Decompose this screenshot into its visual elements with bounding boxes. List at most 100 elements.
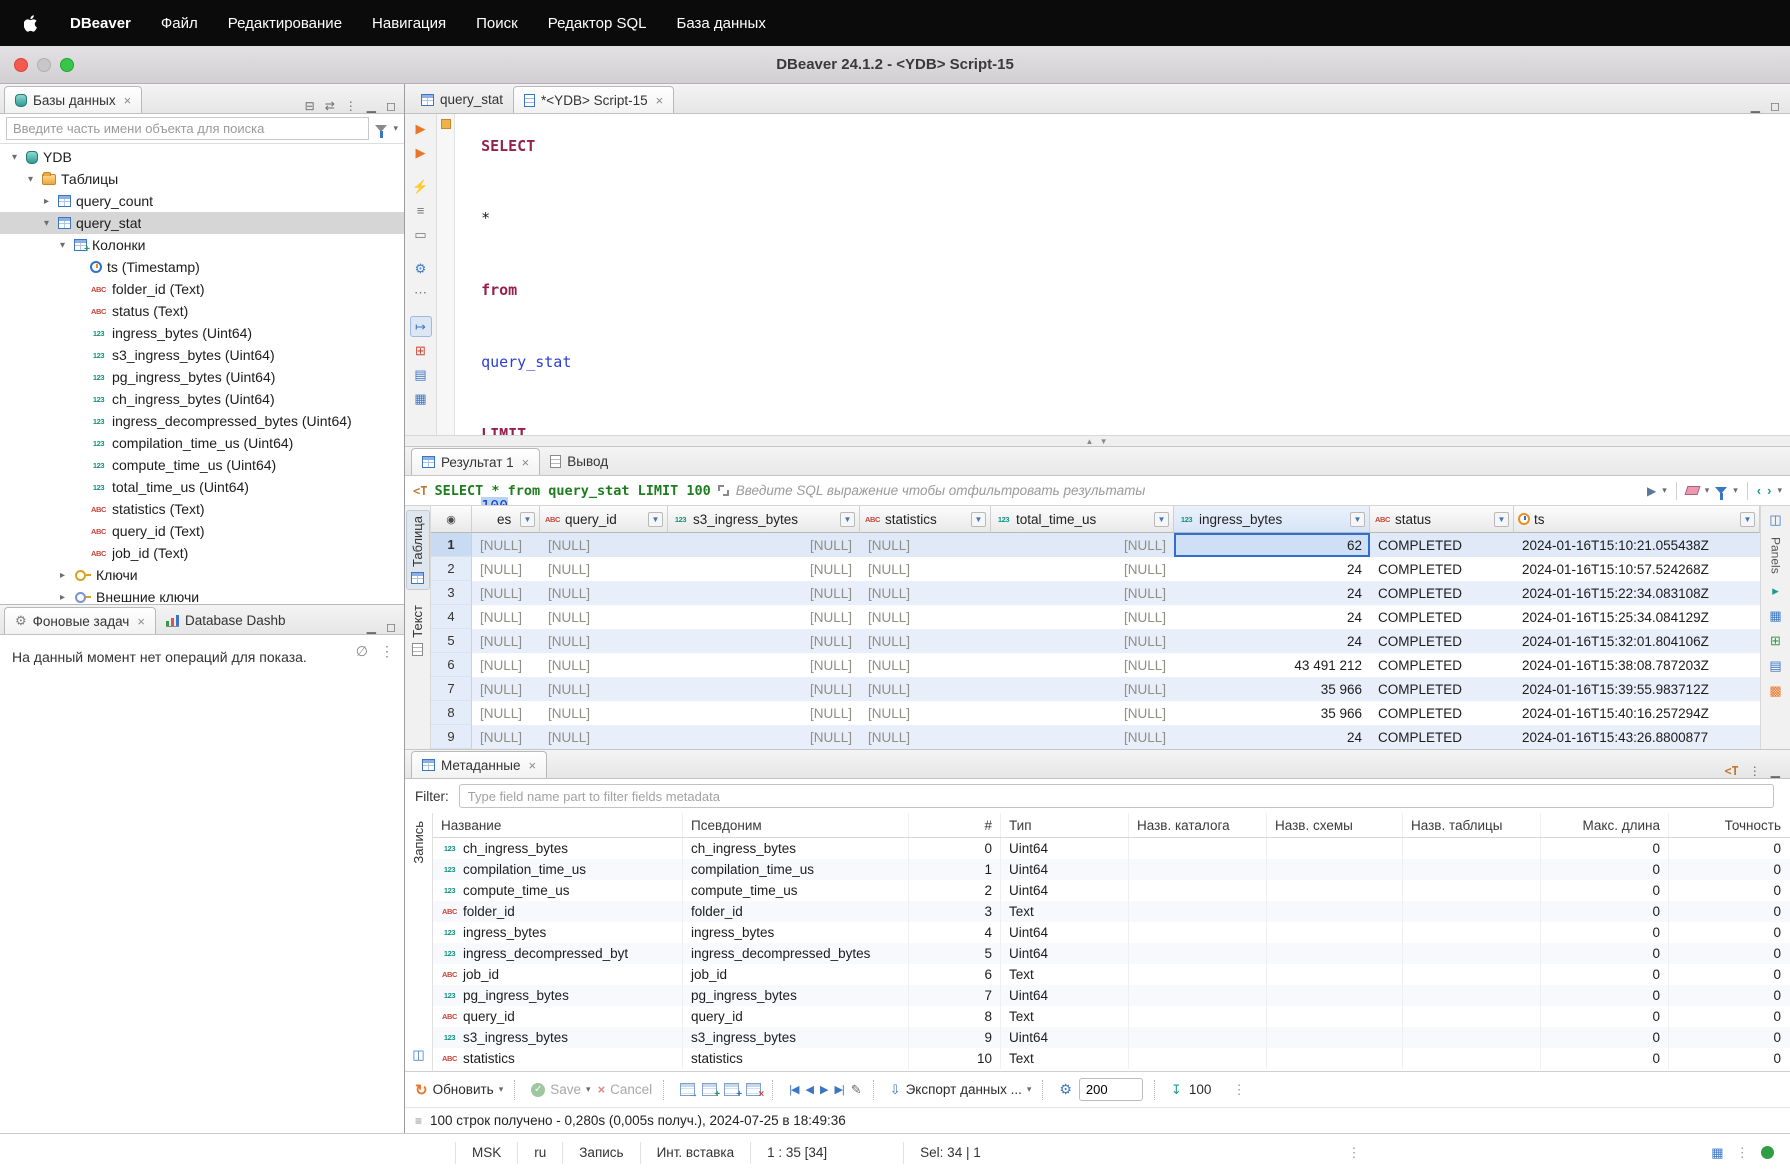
header-type[interactable]: Тип	[1001, 813, 1129, 837]
splitter-grip[interactable]: ▲ ▼	[1085, 437, 1109, 446]
metadata-name-cell[interactable]: statistics	[433, 1048, 683, 1069]
metadata-alias-cell[interactable]: statistics	[683, 1048, 909, 1069]
statusbar-overflow-icon[interactable]: ⋮	[1736, 1145, 1750, 1161]
metadata-row[interactable]: pg_ingress_bytes pg_ingress_bytes 7 Uint…	[433, 985, 1790, 1006]
metadata-ordinal-cell[interactable]: 8	[909, 1006, 1001, 1027]
references-panel-icon[interactable]: ▤	[1769, 658, 1781, 674]
view-menu-icon[interactable]: ⋮	[345, 99, 357, 113]
cell[interactable]: [NULL]	[540, 533, 668, 557]
metadata-catalog-cell[interactable]	[1129, 964, 1267, 985]
filter-history-back-icon[interactable]: ‹	[1757, 483, 1761, 498]
metadata-table-cell[interactable]	[1403, 901, 1541, 922]
object-search-input[interactable]	[6, 117, 369, 140]
tab-result-1[interactable]: Результат 1 ×	[411, 448, 540, 475]
cell[interactable]: [NULL]	[668, 677, 860, 701]
sort-dropdown-icon[interactable]: ▼	[1154, 512, 1169, 527]
metadata-type-cell[interactable]: Uint64	[1001, 880, 1129, 901]
execute-script-icon[interactable]: ⚡	[410, 176, 432, 197]
cell[interactable]: [NULL]	[472, 677, 540, 701]
metadata-type-cell[interactable]: Text	[1001, 1048, 1129, 1069]
editor-code-area[interactable]: SELECT * from query_stat LIMIT 100	[455, 114, 1790, 435]
cell[interactable]: 62	[1174, 533, 1370, 557]
toolbar-overflow-icon[interactable]: ⋮	[1218, 1082, 1260, 1098]
metadata-schema-cell[interactable]	[1267, 1048, 1403, 1069]
write-mode-indicator[interactable]: Запись	[562, 1142, 639, 1164]
metadata-precision-cell[interactable]: 0	[1669, 964, 1789, 985]
cell[interactable]: [NULL]	[668, 581, 860, 605]
tree-item[interactable]: ch_ingress_bytes (Uint64)	[0, 388, 404, 410]
metadata-table-cell[interactable]	[1403, 838, 1541, 859]
cell[interactable]: COMPLETED	[1370, 725, 1514, 749]
sql-editor[interactable]: ▶ ▶ ⚡ ≡ ▭ ⚙ ⋯ ↦ ⊞ ▤ ▦ SELECT * from quer…	[405, 114, 1790, 435]
save-button[interactable]: ✓ Save ▾	[531, 1082, 590, 1097]
metadata-table-cell[interactable]	[1403, 859, 1541, 880]
row-number-cell[interactable]: 2	[431, 557, 472, 581]
menubar-item[interactable]: Навигация	[372, 15, 446, 32]
cell[interactable]: 2024-01-16T15:22:34.083108Z	[1514, 581, 1760, 605]
cell[interactable]: 2024-01-16T15:39:55.983712Z	[1514, 677, 1760, 701]
cell[interactable]: 2024-01-16T15:10:21.055438Z	[1514, 533, 1760, 557]
metadata-alias-cell[interactable]: compilation_time_us	[683, 859, 909, 880]
column-header[interactable]: ts ▼	[1514, 506, 1760, 533]
tree-item[interactable]: statistics (Text)	[0, 498, 404, 520]
expand-arrow-icon[interactable]: ▸	[40, 196, 53, 207]
cell[interactable]: [NULL]	[668, 701, 860, 725]
cell[interactable]: COMPLETED	[1370, 629, 1514, 653]
metadata-schema-cell[interactable]	[1267, 838, 1403, 859]
cell[interactable]: [NULL]	[668, 557, 860, 581]
cell[interactable]: [NULL]	[991, 557, 1174, 581]
filters-menu-icon[interactable]	[1715, 487, 1727, 494]
metadata-maxlen-cell[interactable]: 0	[1541, 901, 1669, 922]
metadata-schema-cell[interactable]	[1267, 985, 1403, 1006]
metadata-type-cell[interactable]: Text	[1001, 964, 1129, 985]
value-format-icon[interactable]: <T	[1724, 764, 1738, 778]
tree-item[interactable]: compilation_time_us (Uint64)	[0, 432, 404, 454]
value-viewer-panel-icon[interactable]: ▸	[1772, 583, 1779, 599]
menubar-app-name[interactable]: DBeaver	[70, 15, 131, 32]
metadata-table-cell[interactable]	[1403, 985, 1541, 1006]
cell[interactable]: COMPLETED	[1370, 677, 1514, 701]
close-icon[interactable]: ×	[522, 455, 530, 470]
cell[interactable]: 35 966	[1174, 701, 1370, 725]
refresh-dropdown-icon[interactable]: ▾	[499, 1084, 504, 1095]
sort-dropdown-icon[interactable]: ▼	[520, 512, 535, 527]
cell[interactable]: [NULL]	[860, 629, 991, 653]
timezone-indicator[interactable]: MSK	[455, 1142, 517, 1164]
metadata-row[interactable]: s3_ingress_bytes s3_ingress_bytes 9 Uint…	[433, 1027, 1790, 1048]
metadata-name-cell[interactable]: folder_id	[433, 901, 683, 922]
explain-plan-icon[interactable]: ≡	[410, 200, 432, 221]
metadata-precision-cell[interactable]: 0	[1669, 922, 1789, 943]
tab-background-tasks[interactable]: ⚙ Фоновые задач ×	[4, 607, 156, 634]
cell[interactable]: [NULL]	[472, 533, 540, 557]
edit-value-icon[interactable]: ✎	[851, 1082, 862, 1098]
grid-corner-cell[interactable]: ◉	[431, 506, 472, 533]
cell[interactable]: [NULL]	[540, 725, 668, 749]
row-number-cell[interactable]: 6	[431, 653, 472, 677]
cell[interactable]: 2024-01-16T15:25:34.084129Z	[1514, 605, 1760, 629]
metadata-catalog-cell[interactable]	[1129, 880, 1267, 901]
metadata-table-cell[interactable]	[1403, 964, 1541, 985]
tree-item[interactable]: ▾ YDB	[0, 146, 404, 168]
metadata-maxlen-cell[interactable]: 0	[1541, 859, 1669, 880]
metadata-type-cell[interactable]: Text	[1001, 1006, 1129, 1027]
maximize-view-icon[interactable]: ◻	[386, 99, 396, 113]
sort-dropdown-icon[interactable]: ▼	[840, 512, 855, 527]
metadata-alias-cell[interactable]: ingress_bytes	[683, 922, 909, 943]
cell[interactable]: [NULL]	[540, 581, 668, 605]
menubar-item[interactable]: Редактирование	[228, 15, 342, 32]
metadata-name-cell[interactable]: ch_ingress_bytes	[433, 838, 683, 859]
header-catalog[interactable]: Назв. каталога	[1129, 813, 1267, 837]
cell[interactable]: [NULL]	[860, 653, 991, 677]
row-number-cell[interactable]: 9	[431, 725, 472, 749]
metadata-catalog-cell[interactable]	[1129, 1048, 1267, 1069]
menubar-item[interactable]: Файл	[161, 15, 198, 32]
metadata-ordinal-cell[interactable]: 0	[909, 838, 1001, 859]
apply-filter-dropdown-icon[interactable]: ▾	[1662, 485, 1667, 496]
metadata-catalog-cell[interactable]	[1129, 985, 1267, 1006]
metadata-schema-cell[interactable]	[1267, 1027, 1403, 1048]
add-row-icon[interactable]	[702, 1083, 717, 1096]
results-grid[interactable]: ◉ es ▼ query_id ▼ s3_ingress_bytes ▼ sta…	[431, 506, 1760, 749]
metadata-table-cell[interactable]	[1403, 943, 1541, 964]
cell[interactable]: 24	[1174, 725, 1370, 749]
metadata-ordinal-cell[interactable]: 6	[909, 964, 1001, 985]
